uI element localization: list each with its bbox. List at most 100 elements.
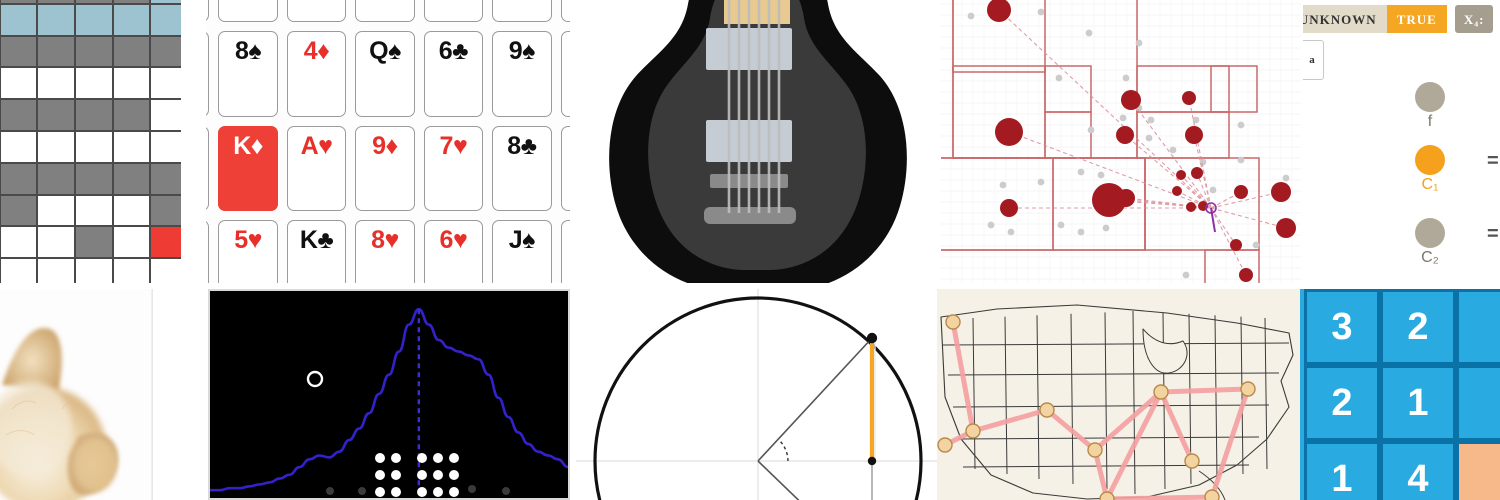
playing-card[interactable] [492, 0, 552, 22]
checkerboard-cell[interactable] [37, 258, 75, 283]
checkerboard-cell[interactable] [0, 162, 38, 195]
checkerboard-cell[interactable] [112, 258, 151, 283]
checkerboard-cell[interactable] [112, 35, 151, 68]
quadtree-scatter-tile[interactable] [941, 0, 1301, 283]
checkerboard-cell[interactable] [0, 99, 38, 131]
number-puzzle-tile[interactable]: 322114 [1300, 289, 1500, 500]
checkerboard-cell[interactable] [0, 3, 38, 36]
checkerboard-cell[interactable] [112, 226, 151, 259]
checkerboard-cell[interactable] [150, 258, 181, 283]
checkerboard-cell[interactable] [0, 258, 38, 283]
number-cell[interactable]: 1 [1380, 365, 1456, 441]
map-node[interactable] [1240, 381, 1256, 397]
playing-card[interactable] [355, 0, 415, 22]
playing-card[interactable] [218, 0, 278, 22]
number-cell[interactable]: 2 [1380, 289, 1456, 365]
playing-card[interactable]: ♠ [206, 30, 210, 117]
checkerboard-cell[interactable] [112, 3, 151, 36]
checkerboard-cell[interactable] [112, 67, 151, 100]
checkerboard-cell[interactable] [37, 3, 75, 36]
number-cell[interactable] [1456, 365, 1500, 441]
playing-card[interactable]: 6♣ [423, 30, 484, 117]
playing-card[interactable] [206, 0, 210, 22]
checkerboard-cell[interactable] [37, 99, 75, 131]
checkerboard-cell[interactable] [112, 130, 151, 163]
map-node[interactable] [937, 437, 953, 453]
checkerboard-cell[interactable] [75, 226, 113, 259]
playing-card[interactable]: 6♥ [423, 220, 484, 283]
checkerboard-cell[interactable] [150, 99, 181, 131]
playing-card[interactable]: 9 [560, 30, 570, 117]
night-density-chart-tile[interactable] [208, 289, 570, 500]
number-cell[interactable]: 4 [1380, 441, 1456, 500]
checkerboard-cell[interactable] [37, 162, 75, 195]
playing-card[interactable]: K♦ [218, 125, 278, 212]
playing-card[interactable]: 2 [560, 125, 570, 212]
checkerboard-cell[interactable] [75, 130, 113, 163]
playing-card[interactable] [286, 0, 347, 22]
playing-card[interactable]: ♣ [206, 125, 210, 212]
checkerboard-cell[interactable] [150, 162, 181, 195]
checkerboard-cell[interactable] [37, 67, 75, 100]
unit-circle-tile[interactable] [576, 289, 939, 500]
checkerboard-cell[interactable] [75, 67, 113, 100]
checkerboard-cell[interactable] [150, 194, 181, 227]
checkerboard-cell[interactable] [0, 35, 38, 68]
playing-card[interactable]: 8♣ [492, 125, 552, 212]
playing-card[interactable]: Q♠ [355, 30, 415, 117]
playing-card[interactable]: 4 [560, 220, 570, 283]
playing-card[interactable]: 5♥ [218, 220, 278, 283]
number-cell[interactable] [1456, 289, 1500, 365]
checkerboard-cell[interactable] [0, 194, 38, 227]
checkerboard-cell[interactable] [112, 194, 151, 227]
logic-truth-values-tile[interactable]: SE UNKNOWN TRUE X₄: a f C₁ = C₂ = [1303, 0, 1500, 283]
playing-card[interactable]: J♠ [492, 220, 552, 283]
checkerboard-cell[interactable] [75, 258, 113, 283]
playing-card[interactable]: K♣ [286, 220, 347, 283]
checkerboard-cell[interactable] [37, 130, 75, 163]
truth-true-segment[interactable]: TRUE [1386, 5, 1447, 33]
side-chip[interactable]: a [1303, 40, 1324, 80]
checkerboard-cell[interactable] [37, 35, 75, 68]
playing-card[interactable]: 8♥ [355, 220, 415, 283]
map-node[interactable] [1039, 402, 1055, 418]
map-node[interactable] [1184, 453, 1200, 469]
checkerboard-cell[interactable] [112, 162, 151, 195]
playing-card[interactable]: 8♠ [218, 30, 278, 117]
playing-card[interactable] [423, 0, 484, 22]
map-node[interactable] [1204, 489, 1220, 500]
playing-card-grid-tile[interactable]: ♠ 8♠ 4♦ Q♠ 6♣ 9♠ 9 ♣ K♦ A♥ 9♦ 7♥ 8♣ 2 ♦ 5♥ K♣ 8♥ 6♥ J♠ 4 [206, 0, 570, 283]
checkerboard-cell[interactable] [0, 226, 38, 259]
playing-card[interactable]: 9♦ [355, 125, 415, 212]
checkerboard-cell[interactable] [0, 130, 38, 163]
electric-guitar-tile[interactable] [576, 0, 939, 283]
us-route-map-tile[interactable] [937, 289, 1300, 500]
truth-unknown-segment[interactable]: UNKNOWN [1303, 5, 1387, 33]
number-cell[interactable] [1456, 441, 1500, 500]
playing-card[interactable]: A♥ [286, 125, 347, 212]
checkerboard-cell[interactable] [112, 99, 151, 131]
map-node[interactable] [1087, 442, 1103, 458]
map-node[interactable] [1153, 384, 1169, 400]
checkerboard-cell[interactable] [0, 67, 38, 100]
playing-card[interactable]: 4♦ [286, 30, 347, 117]
checkerboard-cell[interactable] [150, 35, 181, 68]
checkerboard-cell[interactable] [150, 3, 181, 36]
checkerboard-cell[interactable] [150, 226, 181, 259]
number-cell[interactable]: 3 [1304, 289, 1380, 365]
map-node[interactable] [1099, 491, 1115, 500]
kitten-photo-tile[interactable] [0, 289, 153, 500]
checkerboard-cell[interactable] [75, 35, 113, 68]
number-cell[interactable]: 2 [1304, 365, 1380, 441]
playing-card[interactable]: ♦ [206, 220, 210, 283]
checkerboard-cell[interactable] [37, 194, 75, 227]
logic-node-c2[interactable]: C₂ = [1415, 218, 1499, 266]
checkerboard-cell[interactable] [150, 67, 181, 100]
playing-card[interactable] [560, 0, 570, 22]
checkerboard-cell[interactable] [150, 130, 181, 163]
checkerboard-cell[interactable] [37, 226, 75, 259]
playing-card[interactable]: 7♥ [423, 125, 484, 212]
playing-card[interactable]: 9♠ [492, 30, 552, 117]
map-node[interactable] [945, 314, 961, 330]
checkerboard-grid-tile[interactable] [0, 0, 181, 283]
